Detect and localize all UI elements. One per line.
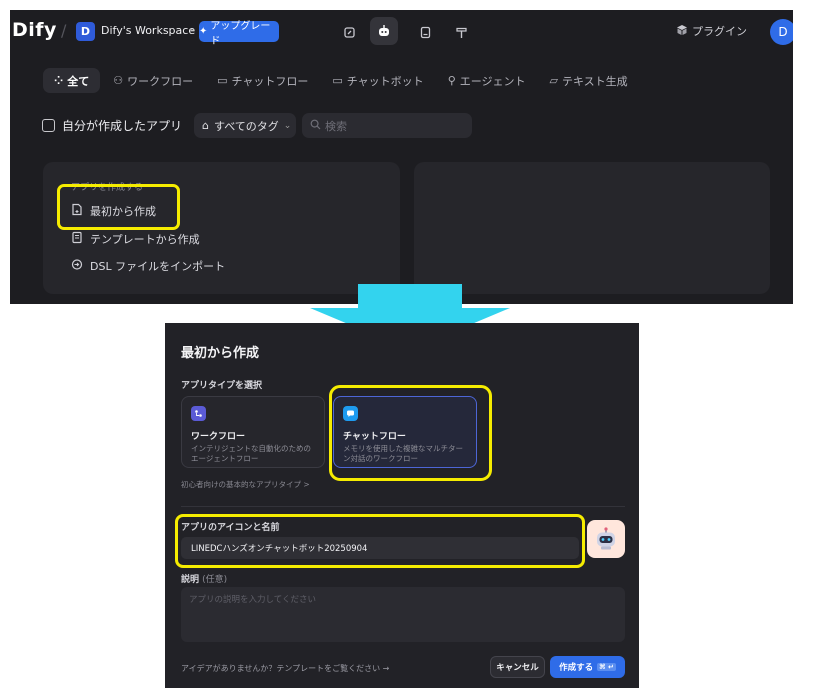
- tab-label: エージェント: [459, 74, 526, 88]
- cancel-button[interactable]: キャンセル: [490, 656, 545, 678]
- agent-icon: ⚲: [447, 74, 456, 87]
- type-name: ワークフロー: [191, 432, 246, 442]
- desc-optional-label: (任意): [202, 575, 228, 585]
- robot-icon: [597, 527, 615, 550]
- sparkle-icon: ✦: [199, 26, 208, 37]
- tools-icon[interactable]: [450, 21, 472, 43]
- upgrade-button[interactable]: ✦ アップグレード: [199, 21, 279, 47]
- knowledge-icon[interactable]: [414, 21, 436, 43]
- highlight-box: [175, 514, 585, 568]
- desc-label: 説明: [181, 575, 200, 585]
- app-list-screenshot: Dify / D Dify's Workspace ⌄ ✦ アップグレード プラ…: [10, 10, 793, 304]
- create-app-card: アプリを作成する 最初から作成 テンプレートから作成 DSL ファイルをインポー…: [43, 162, 400, 294]
- filters-row: 自分が作成したアプリ ⌂ すべてのタグ ⌄ 検索: [42, 112, 473, 139]
- tab-label: チャットフロー: [231, 74, 309, 88]
- explore-icon[interactable]: [338, 21, 360, 43]
- create-item-label: DSL ファイルをインポート: [90, 260, 226, 273]
- dialog-title: 最初から作成: [181, 346, 260, 361]
- tag-filter-label: すべてのタグ: [214, 119, 279, 133]
- text-generation-icon: ▱: [549, 74, 558, 87]
- import-icon: [71, 258, 83, 274]
- chevron-down-icon: ⌄: [283, 120, 292, 131]
- upgrade-label: アップグレード: [210, 20, 271, 47]
- type-card-workflow[interactable]: ワークフロー インテリジェントな自動化のためのエージェントフロー: [181, 396, 325, 468]
- highlight-box: [329, 385, 492, 481]
- shortcut-hint: ⌘ ↵: [597, 663, 616, 671]
- create-button[interactable]: 作成する ⌘ ↵: [550, 656, 625, 678]
- search-icon: [310, 119, 321, 133]
- top-navbar: Dify / D Dify's Workspace ⌄ ✦ アップグレード プラ…: [10, 10, 793, 52]
- user-avatar[interactable]: D: [770, 19, 793, 45]
- tab-label: チャットボット: [346, 74, 424, 88]
- create-label: 作成する: [559, 663, 594, 673]
- plugin-label: プラグイン: [692, 25, 747, 38]
- desc-section-label: 説明 (任意): [181, 572, 227, 585]
- search-placeholder: 検索: [325, 119, 348, 133]
- type-section-label: アプリタイプを選択: [181, 381, 263, 391]
- tab-text-generation[interactable]: ▱ テキスト生成: [539, 68, 639, 93]
- type-desc: インテリジェントな自動化のためのエージェントフロー: [191, 444, 311, 463]
- create-blank-dialog: 最初から作成 アプリタイプを選択 ワークフロー インテリジェントな自動化のための…: [165, 323, 639, 688]
- tab-label: テキスト生成: [562, 74, 628, 88]
- grid-icon: ⁘: [54, 74, 64, 87]
- empty-app-card: [414, 162, 770, 294]
- tag-icon: ⌂: [202, 119, 209, 132]
- tab-label: ワークフロー: [127, 74, 194, 88]
- tab-workflow[interactable]: ⚇ ワークフロー: [102, 68, 204, 93]
- tag-filter-dropdown[interactable]: ⌂ すべてのタグ ⌄: [194, 113, 297, 138]
- import-dsl-item[interactable]: DSL ファイルをインポート: [71, 258, 225, 274]
- plugin-cube-icon: [676, 24, 688, 39]
- template-icon: [71, 231, 83, 247]
- chevron-down-icon[interactable]: ⌄: [188, 23, 196, 34]
- workflow-icon: ⚇: [113, 74, 124, 87]
- app-type-tabs: ⁘ 全て ⚇ ワークフロー ▭ チャットフロー ▭ チャットボット ⚲ エージェ…: [43, 68, 641, 93]
- divider: [181, 506, 625, 507]
- browse-templates-link[interactable]: アイデアがありませんか？テンプレートをご覧ください →: [181, 663, 389, 674]
- breadcrumb-separator: /: [61, 21, 67, 40]
- plugin-link[interactable]: プラグイン: [676, 23, 747, 39]
- app-description-textarea[interactable]: アプリの説明を入力してください: [181, 587, 625, 642]
- workspace-name[interactable]: Dify's Workspace: [101, 24, 195, 37]
- tab-all[interactable]: ⁘ 全て: [43, 68, 101, 93]
- highlight-box: [57, 184, 180, 230]
- search-input[interactable]: 検索: [302, 113, 473, 138]
- workflow-type-icon: [191, 406, 206, 421]
- dify-logo: Dify: [12, 19, 57, 41]
- tab-agent[interactable]: ⚲ エージェント: [437, 68, 537, 93]
- mine-label[interactable]: 自分が作成したアプリ: [62, 117, 182, 134]
- chatbot-icon: ▭: [332, 74, 343, 87]
- tab-chatflow[interactable]: ▭ チャットフロー: [206, 68, 319, 93]
- tab-chatbot[interactable]: ▭ チャットボット: [321, 68, 434, 93]
- mine-checkbox[interactable]: [42, 119, 55, 132]
- beginner-types-link[interactable]: 初心者向けの基本的なアプリタイプ >: [181, 479, 310, 490]
- tab-label: 全て: [67, 74, 90, 88]
- chatflow-icon: ▭: [217, 74, 228, 87]
- studio-robot-icon[interactable]: [370, 17, 398, 45]
- create-from-template-item[interactable]: テンプレートから作成: [71, 231, 200, 247]
- desc-placeholder: アプリの説明を入力してください: [189, 595, 316, 605]
- create-item-label: テンプレートから作成: [90, 233, 200, 246]
- app-icon-picker[interactable]: [587, 520, 625, 558]
- workspace-avatar[interactable]: D: [76, 22, 95, 41]
